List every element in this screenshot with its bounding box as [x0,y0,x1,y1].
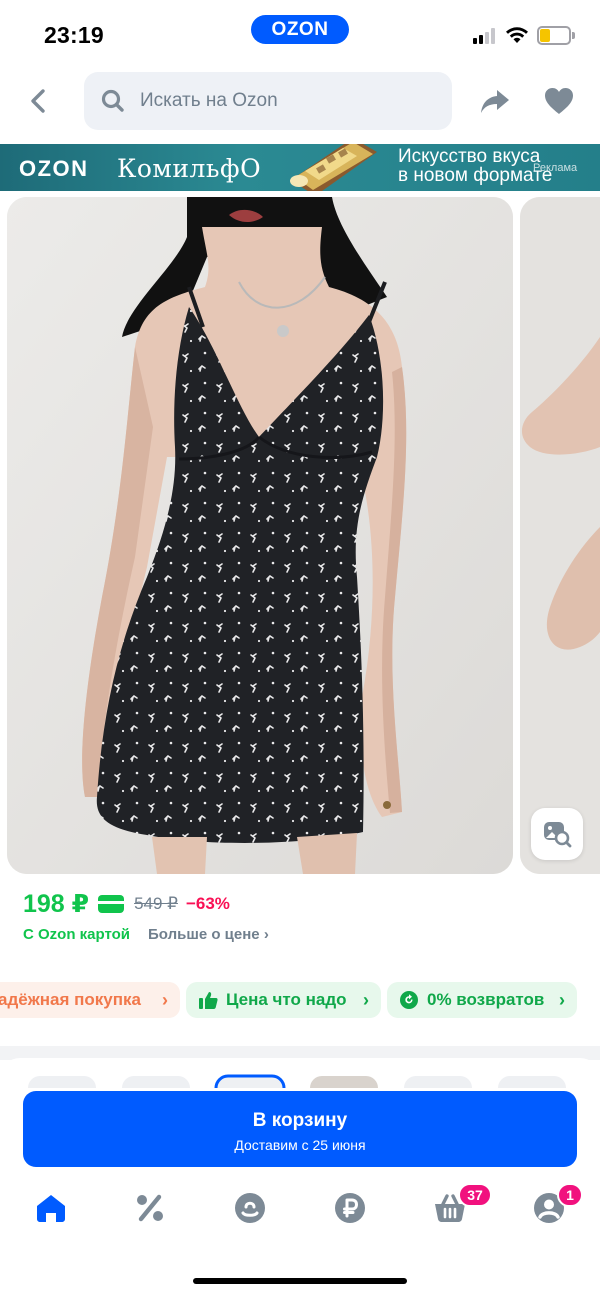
delivery-date-label: Доставим с 25 июня [234,1136,366,1153]
benefit-chips: адёжная покупка › Цена что надо › 0% воз… [0,982,600,1018]
product-photo[interactable] [7,197,513,874]
profile-badge: 1 [557,1183,583,1207]
ozon-card-price-label: С Ozon картой [23,926,131,943]
tab-home[interactable] [31,1188,71,1228]
search-input[interactable] [140,90,420,112]
home-indicator[interactable] [193,1278,407,1284]
visual-search-button[interactable] [531,808,583,860]
banner-brand-logo: КомильфО [117,154,262,183]
cellular-signal-icon [473,28,499,44]
home-icon [37,1195,65,1222]
share-icon[interactable] [479,85,511,117]
thumbs-up-icon [198,990,218,1010]
cart-badge: 37 [458,1183,492,1207]
search-icon [101,89,124,112]
return-icon [399,990,419,1010]
next-photo-preview [520,197,600,874]
ruble-icon [335,1193,365,1223]
back-button[interactable] [22,84,56,118]
ad-label: Реклама [533,162,578,174]
tab-discounts[interactable] [130,1188,170,1228]
price-discount: −63% [185,894,230,913]
chevron-right-icon: › [263,926,269,943]
banner-ozon-logo: OZON [19,156,89,181]
tab-finance[interactable] [330,1188,370,1228]
status-time: 23:19 [44,22,104,48]
add-to-cart-label: В корзину [252,1109,348,1131]
ad-banner[interactable]: OZON КомильфО Искусство вкуса в новом фо… [0,144,600,191]
image-search-icon [544,822,572,848]
price-row: 198 ₽ 549 ₽ −63% [23,888,230,920]
add-to-cart-button[interactable]: В корзину Доставим с 25 июня [23,1091,577,1167]
dress-photo-illustration [7,197,513,874]
search-bar[interactable] [84,72,452,130]
top-bar [0,72,600,130]
tab-bar: 37 1 [0,1183,600,1240]
chevron-left-icon [31,89,45,113]
status-bar: 23:19 OZON [0,0,600,66]
reliable-purchase-chip[interactable]: адёжная покупка › [0,982,180,1018]
ozon-card-icon [98,895,125,913]
fresh-icon [235,1193,265,1223]
ozon-status-logo: OZON [251,15,349,44]
good-price-chip[interactable]: Цена что надо › [186,982,381,1018]
percent-icon [137,1194,163,1222]
heart-icon[interactable] [543,86,575,116]
wifi-icon [506,27,528,43]
price-old: 549 ₽ [134,894,178,913]
product-gallery[interactable] [0,197,600,874]
chevron-right-icon: › [559,989,565,1010]
price-details: С Ozon картой Больше о цене › [23,926,269,943]
battery-icon [537,26,575,45]
banner-tagline: Искусство вкуса в новом формате [398,146,553,186]
zero-returns-chip[interactable]: 0% возвратов › [387,982,577,1018]
price-current: 198 ₽ [23,890,90,918]
chocolate-bar-image [290,144,377,191]
chevron-right-icon: › [162,989,168,1010]
chevron-right-icon: › [363,989,369,1010]
more-about-price-link[interactable]: Больше о цене › [148,926,269,943]
next-product-photo[interactable] [520,197,600,874]
tab-fresh[interactable] [230,1188,270,1228]
